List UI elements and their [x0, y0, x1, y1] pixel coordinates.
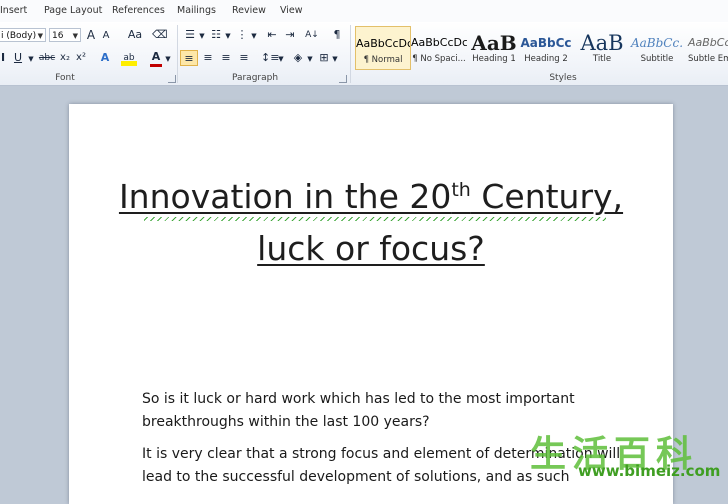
- font-group-label: Font: [55, 73, 75, 83]
- styles-group-label: Styles: [549, 73, 577, 83]
- tab-page-layout[interactable]: Page Layout: [44, 5, 102, 16]
- chevron-down-icon: ▼: [72, 32, 78, 40]
- tab-insert[interactable]: Insert: [0, 5, 27, 16]
- style-sample: AaBbCcDc: [411, 36, 467, 49]
- style-sample: AaB: [580, 31, 624, 55]
- clear-format-icon[interactable]: ⌫: [152, 27, 168, 43]
- ribbon-tab-bar: Insert Page Layout References Mailings R…: [0, 0, 728, 23]
- italic-button-partial[interactable]: I: [0, 50, 8, 66]
- style-name: Subtitle: [640, 54, 674, 64]
- paragraph-dialog-launcher-icon[interactable]: [339, 75, 347, 83]
- sort-icon[interactable]: A↓: [304, 27, 320, 43]
- style-heading-1[interactable]: AaB Heading 1: [466, 26, 522, 70]
- paragraph-line: So is it luck or hard work which has led…: [142, 391, 575, 407]
- document-title-line-1: Innovation in the 20th Century,: [69, 177, 673, 216]
- multilevel-list-icon[interactable]: ⋮: [234, 27, 250, 43]
- style-sample: AaB: [471, 31, 517, 55]
- align-left-icon: ≡: [184, 52, 194, 65]
- chevron-down-icon[interactable]: ▼: [250, 28, 258, 44]
- style-heading-2[interactable]: AaBbCc Heading 2: [518, 26, 574, 70]
- align-center-icon[interactable]: ≡: [200, 50, 216, 66]
- document-title-line-2: luck or focus?: [257, 229, 485, 268]
- style-name: ¶ Normal: [363, 55, 403, 65]
- title-text: Century,: [470, 177, 624, 216]
- tab-view[interactable]: View: [280, 5, 303, 16]
- chevron-down-icon[interactable]: ▼: [27, 51, 35, 67]
- chevron-down-icon[interactable]: ▼: [277, 51, 285, 67]
- title-text: Innovation in the 20: [118, 177, 452, 216]
- show-formatting-marks-button[interactable]: ¶: [330, 27, 344, 43]
- strikethrough-button[interactable]: abc: [38, 50, 56, 66]
- grow-font-button[interactable]: A: [84, 27, 98, 43]
- chevron-down-icon[interactable]: ▼: [224, 28, 232, 44]
- subscript-button[interactable]: x₂: [58, 50, 72, 66]
- group-divider: [177, 25, 178, 83]
- style-title[interactable]: AaB Title: [574, 26, 630, 70]
- font-size-combo[interactable]: 16 ▼: [49, 28, 81, 42]
- title-superscript: th: [451, 179, 471, 201]
- style-name: ¶ No Spaci...: [412, 54, 466, 64]
- chevron-down-icon[interactable]: ▼: [164, 51, 172, 67]
- paragraph-group-label: Paragraph: [231, 73, 279, 83]
- watermark-url: www.bimeiz.com: [578, 462, 721, 480]
- style-subtle-emphasis[interactable]: AaBbCcDc Subtle Em: [685, 26, 728, 70]
- shading-icon[interactable]: ◈: [290, 50, 306, 66]
- style-sample: AaBbCcDc: [356, 37, 411, 50]
- style-subtitle[interactable]: AaBbCc. Subtitle: [629, 26, 685, 70]
- grammar-squiggle: [144, 217, 606, 221]
- tab-review[interactable]: Review: [232, 5, 266, 16]
- chevron-down-icon[interactable]: ▼: [198, 28, 206, 44]
- style-sample: AaBbCc: [520, 36, 572, 50]
- style-no-spacing[interactable]: AaBbCcDc ¶ No Spaci...: [411, 26, 467, 70]
- change-case-button[interactable]: Aa: [124, 27, 146, 43]
- bullets-icon[interactable]: ☰: [182, 27, 198, 43]
- font-size-value: 16: [52, 31, 64, 41]
- style-sample: AaBbCc.: [630, 36, 684, 50]
- text-effects-button[interactable]: A: [98, 50, 112, 66]
- font-color-button[interactable]: A: [150, 50, 162, 67]
- chevron-down-icon: ▼: [37, 32, 43, 40]
- increase-indent-icon[interactable]: ⇥: [282, 27, 298, 43]
- shrink-font-button[interactable]: A: [100, 28, 112, 44]
- borders-icon[interactable]: ⊞: [317, 50, 331, 66]
- chevron-down-icon[interactable]: ▼: [331, 51, 339, 67]
- watermark: 生活百科 www.bimeiz.com: [526, 425, 728, 485]
- tab-mailings[interactable]: Mailings: [177, 5, 216, 16]
- group-divider: [350, 25, 351, 83]
- line-spacing-icon[interactable]: ↕≡: [261, 50, 279, 66]
- highlight-button[interactable]: ab: [121, 50, 137, 66]
- style-name: Title: [592, 54, 612, 64]
- superscript-button[interactable]: x²: [74, 50, 88, 66]
- justify-icon[interactable]: ≡: [236, 50, 252, 66]
- underline-button[interactable]: U: [12, 50, 24, 66]
- style-sample: AaBbCcDc: [688, 36, 728, 49]
- decrease-indent-icon[interactable]: ⇤: [264, 27, 280, 43]
- chevron-down-icon[interactable]: ▼: [306, 51, 314, 67]
- ribbon: i (Body) ▼ 16 ▼ A A Aa ⌫ I U ▼ abc x₂ x²…: [0, 22, 728, 86]
- font-dialog-launcher-icon[interactable]: [168, 75, 176, 83]
- numbering-icon[interactable]: ☷: [208, 27, 224, 43]
- tab-references[interactable]: References: [112, 5, 165, 16]
- font-family-value: i (Body): [1, 31, 37, 41]
- style-name: Heading 2: [524, 54, 568, 64]
- align-right-icon[interactable]: ≡: [218, 50, 234, 66]
- style-normal[interactable]: AaBbCcDc ¶ Normal: [355, 26, 411, 70]
- style-name: Subtle Em: [688, 54, 728, 64]
- font-family-combo[interactable]: i (Body) ▼: [0, 28, 46, 42]
- align-left-button[interactable]: ≡: [180, 50, 198, 66]
- style-name: Heading 1: [472, 54, 516, 64]
